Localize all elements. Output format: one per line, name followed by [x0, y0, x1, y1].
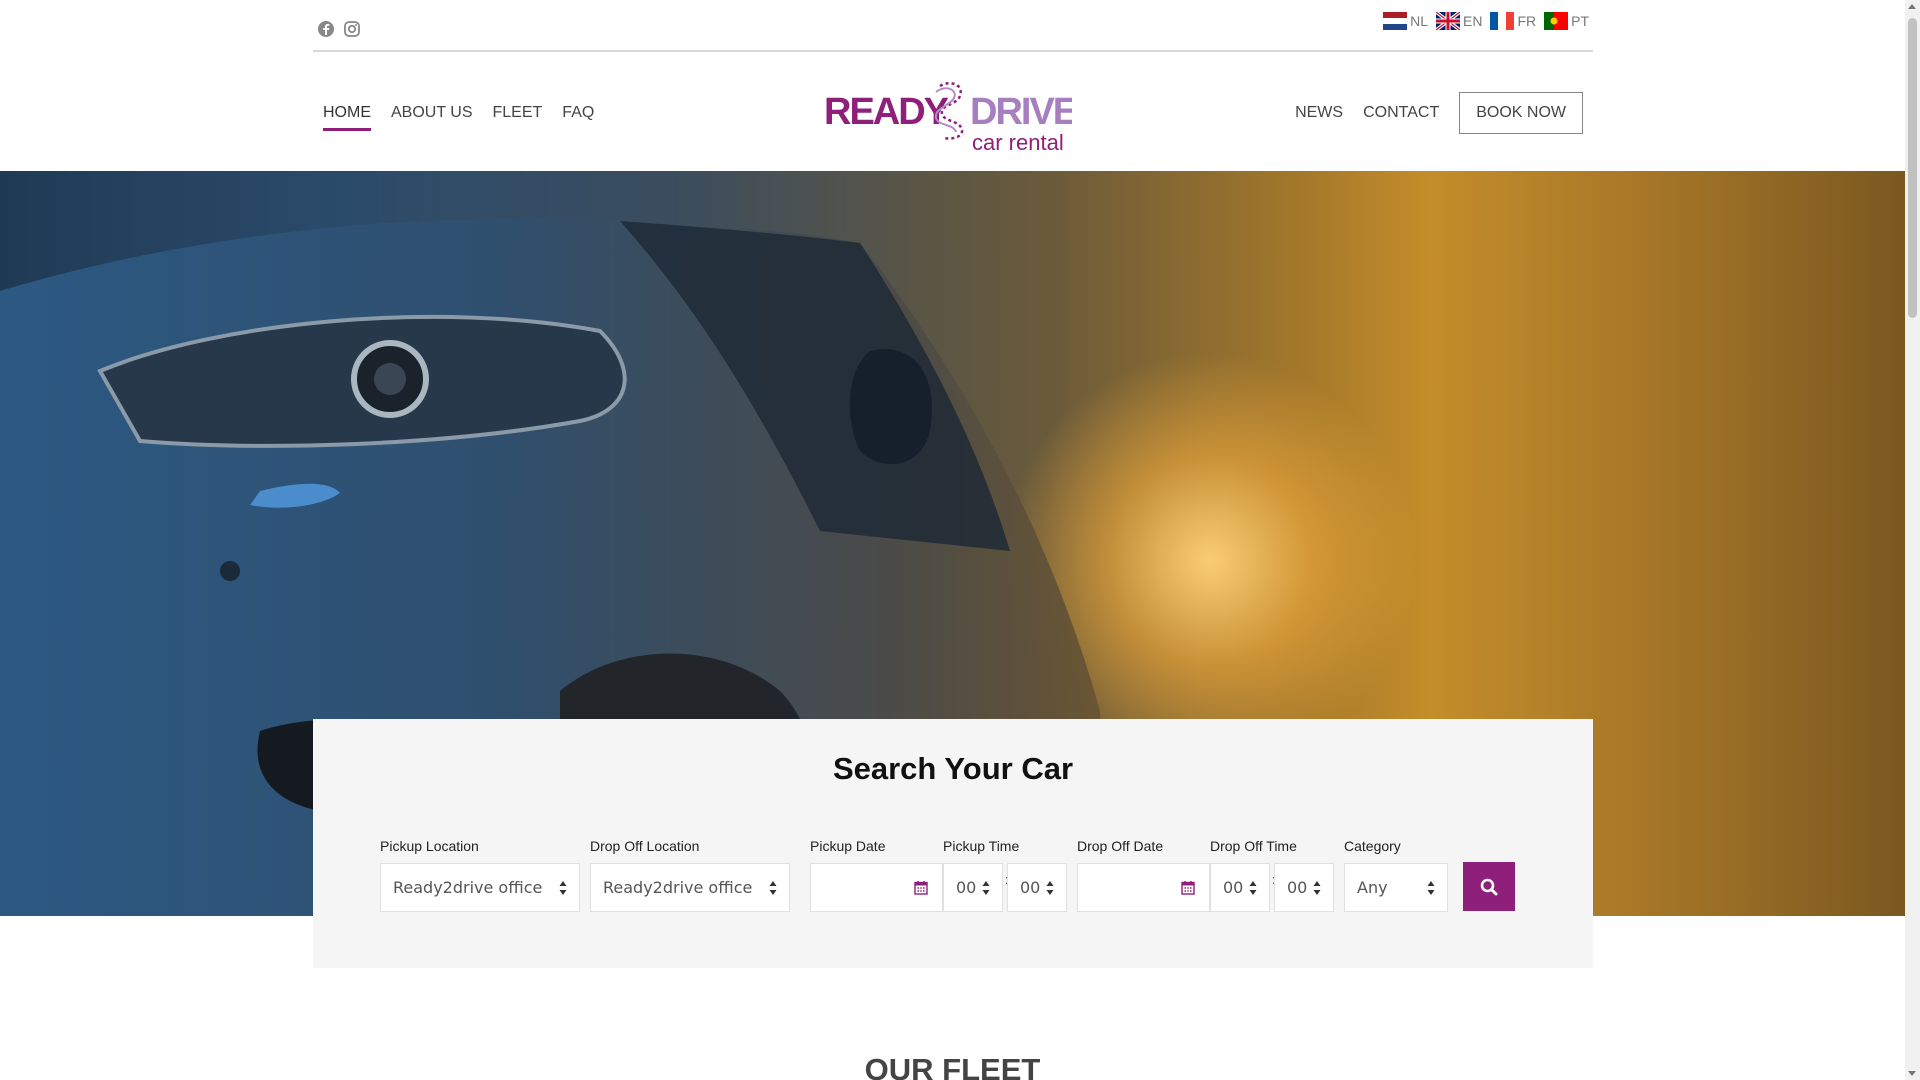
pickup-minute-value: 00: [1020, 878, 1041, 897]
category-value: Any: [1357, 878, 1388, 897]
pickup-date-field: Pickup Date: [810, 838, 943, 912]
dropoff-time-hour-select[interactable]: 00: [1210, 863, 1270, 912]
pickup-time-minute-field: 00: [1007, 838, 1067, 912]
calendar-icon[interactable]: [914, 880, 928, 895]
scrollbar-thumb[interactable]: [1908, 18, 1917, 318]
language-label: FR: [1517, 13, 1537, 29]
language-en[interactable]: EN: [1434, 10, 1483, 32]
language-pt[interactable]: PT: [1544, 12, 1589, 30]
dropoff-time-label: Drop Off Time: [1210, 838, 1297, 854]
book-now-button[interactable]: BOOK NOW: [1459, 92, 1583, 134]
select-arrows-icon: [1427, 881, 1435, 895]
pickup-time-minute-select[interactable]: 00: [1007, 863, 1067, 912]
search-car-panel: Search Your Car Pickup Location Ready2dr…: [313, 719, 1593, 968]
main-navigation: HOME ABOUT US FLEET FAQ READY DRIVE car …: [313, 54, 1593, 170]
pickup-date-input[interactable]: [810, 863, 943, 912]
select-arrows-icon: [1249, 881, 1257, 895]
netherlands-flag-icon: [1383, 12, 1408, 30]
our-fleet-heading: OUR FLEET: [864, 1052, 1041, 1080]
nav-home[interactable]: HOME: [323, 104, 371, 131]
pickup-location-field: Pickup Location Ready2drive office: [380, 838, 580, 912]
dropoff-hour-value: 00: [1223, 878, 1244, 897]
logo-tagline: car rental: [972, 130, 1064, 154]
category-label: Category: [1344, 838, 1401, 854]
language-nl[interactable]: NL: [1383, 12, 1428, 30]
language-label: PT: [1571, 13, 1589, 29]
pickup-time-hour-field: Pickup Time 00: [943, 838, 1020, 912]
pickup-time-label: Pickup Time: [943, 838, 1020, 854]
nav-contact[interactable]: CONTACT: [1363, 104, 1439, 122]
nav-fleet[interactable]: FLEET: [493, 104, 543, 131]
dropoff-location-label: Drop Off Location: [590, 838, 700, 854]
pickup-location-select[interactable]: Ready2drive office: [380, 863, 580, 912]
language-selector: NL EN FR PT: [1383, 10, 1589, 32]
scroll-down-arrow-icon[interactable]: [1908, 1071, 1916, 1076]
dropoff-time-hour-field: Drop Off Time 00: [1210, 838, 1297, 912]
france-flag-icon: [1490, 12, 1515, 30]
language-label: EN: [1462, 13, 1483, 29]
nav-about-us[interactable]: ABOUT US: [391, 104, 473, 131]
dropoff-time-minute-field: 00: [1274, 838, 1334, 912]
pickup-time-hour-select[interactable]: 00: [943, 863, 1003, 912]
portugal-flag-icon: [1544, 12, 1569, 30]
select-arrows-icon: [1046, 881, 1054, 895]
facebook-icon[interactable]: [317, 20, 335, 38]
pickup-location-label: Pickup Location: [380, 838, 479, 854]
instagram-icon[interactable]: [343, 20, 361, 38]
dropoff-date-input[interactable]: [1077, 863, 1210, 912]
page-scrollbar[interactable]: [1905, 0, 1920, 1080]
pickup-date-label: Pickup Date: [810, 838, 886, 854]
select-arrows-icon: [769, 881, 777, 895]
logo-word-drive: DRIVE: [970, 91, 1072, 133]
nav-news[interactable]: NEWS: [1295, 104, 1343, 122]
search-icon: [1480, 878, 1498, 895]
dropoff-location-select[interactable]: Ready2drive office: [590, 863, 790, 912]
nav-faq[interactable]: FAQ: [562, 104, 594, 131]
dropoff-date-field: Drop Off Date: [1077, 838, 1210, 912]
nav-left: HOME ABOUT US FLEET FAQ: [323, 104, 594, 131]
dropoff-minute-value: 00: [1287, 878, 1308, 897]
logo-word-ready: READY: [824, 91, 949, 133]
calendar-icon[interactable]: [1181, 880, 1195, 895]
search-title: Search Your Car: [832, 751, 1074, 786]
social-links: [317, 20, 361, 38]
pickup-location-value: Ready2drive office: [393, 878, 543, 897]
dropoff-location-value: Ready2drive office: [603, 878, 753, 897]
language-label: NL: [1410, 13, 1428, 29]
nav-right: NEWS CONTACT BOOK NOW: [1295, 92, 1583, 134]
select-arrows-icon: [1313, 881, 1321, 895]
select-arrows-icon: [559, 881, 567, 895]
category-field: Category Any: [1344, 838, 1448, 912]
scroll-up-arrow-icon[interactable]: [1908, 4, 1916, 9]
uk-flag-icon: [1434, 10, 1462, 32]
search-button[interactable]: [1463, 862, 1515, 911]
dropoff-time-minute-select[interactable]: 00: [1274, 863, 1334, 912]
dropoff-location-field: Drop Off Location Ready2drive office: [590, 838, 790, 912]
top-bar: NL EN FR PT: [313, 0, 1593, 52]
pickup-hour-value: 00: [956, 878, 977, 897]
language-fr[interactable]: FR: [1490, 12, 1536, 30]
dropoff-date-label: Drop Off Date: [1077, 838, 1164, 854]
category-select[interactable]: Any: [1344, 863, 1448, 912]
site-logo[interactable]: READY DRIVE car rental: [822, 74, 1079, 155]
select-arrows-icon: [982, 881, 990, 895]
